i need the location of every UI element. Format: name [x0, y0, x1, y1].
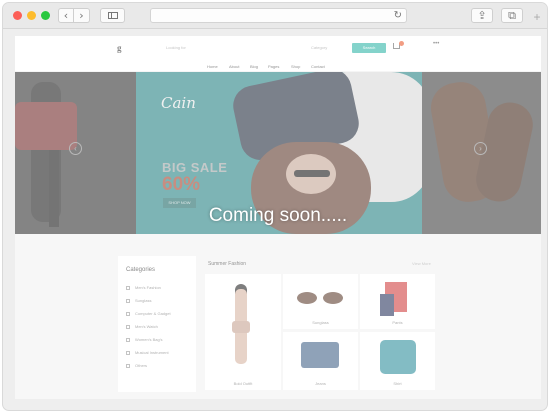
new-tab-button[interactable]: + — [531, 11, 543, 23]
close-window-button[interactable] — [13, 11, 22, 20]
sidebar-icon — [108, 12, 118, 19]
show-tabs-button[interactable]: ⧉ — [501, 8, 523, 23]
back-button[interactable]: ‹ — [58, 8, 74, 23]
page-viewport: g Looking for Category Search ••• Home A… — [15, 36, 541, 399]
browser-titlebar: ‹ › ↻ ⇪ ⧉ + — [3, 3, 547, 29]
coming-soon-text: Coming soon..... — [208, 205, 348, 226]
minimize-window-button[interactable] — [27, 11, 36, 20]
sidebar-toggle-button[interactable] — [100, 8, 125, 23]
address-bar[interactable]: ↻ — [150, 8, 407, 23]
share-button[interactable]: ⇪ — [471, 8, 493, 23]
forward-button[interactable]: › — [74, 8, 90, 23]
reload-icon[interactable]: ↻ — [394, 9, 402, 22]
zoom-window-button[interactable] — [41, 11, 50, 20]
browser-window: ‹ › ↻ ⇪ ⧉ + g Looking for Category Searc… — [2, 2, 548, 411]
